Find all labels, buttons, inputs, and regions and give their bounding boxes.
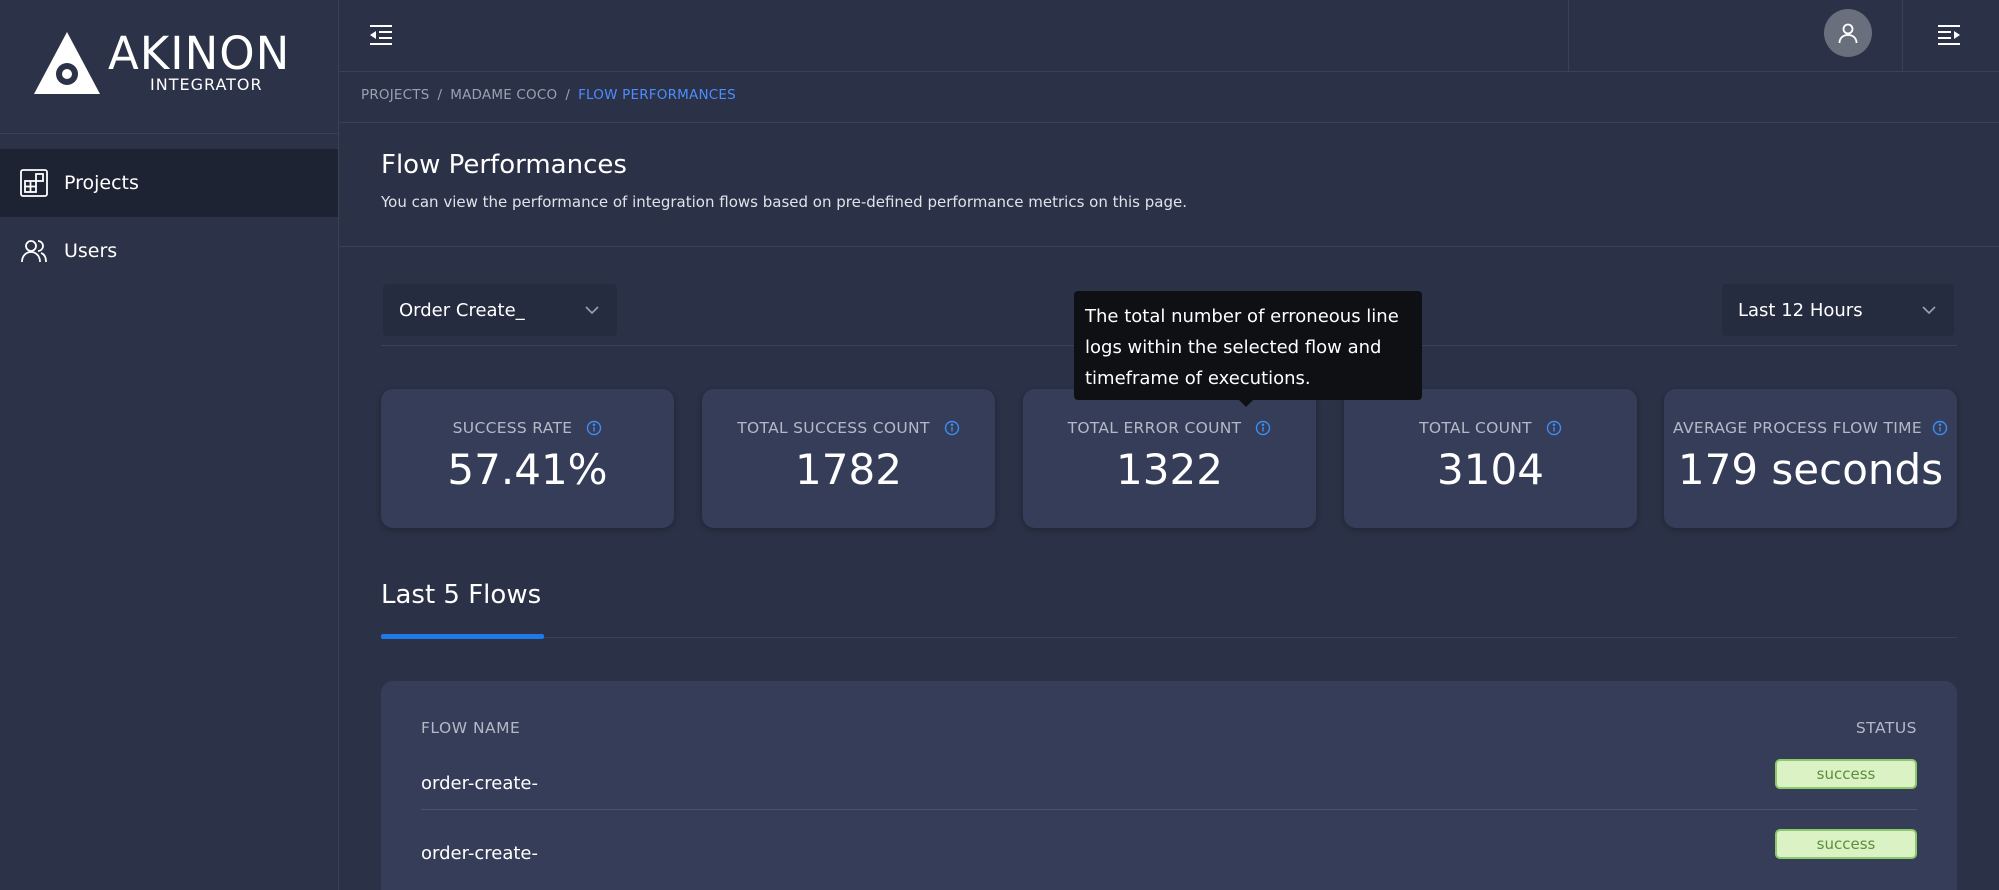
breadcrumb-separator: /	[437, 87, 443, 103]
metric-value: 179 seconds	[1677, 445, 1944, 494]
right-panel-toggle-icon[interactable]	[1934, 20, 1964, 50]
breadcrumb-item-projects[interactable]: PROJECTS	[361, 87, 430, 103]
user-icon	[1838, 23, 1858, 44]
flows-table: FLOW NAME STATUS order-create- success o…	[381, 681, 1957, 890]
brand-subtitle: INTEGRATOR	[150, 75, 263, 94]
timeframe-select[interactable]: Last 12 Hours	[1722, 284, 1954, 336]
info-icon[interactable]	[1932, 420, 1948, 436]
status-badge: success	[1775, 759, 1917, 789]
top-bar	[340, 0, 1999, 72]
timeframe-select-value: Last 12 Hours	[1738, 299, 1863, 321]
info-icon[interactable]	[1255, 420, 1271, 436]
info-tooltip: The total number of erroneous line logs …	[1074, 291, 1422, 407]
metric-card-average-process-flow-time: AVERAGE PROCESS FLOW TIME 179 seconds	[1664, 389, 1957, 528]
brand-name: AKINON	[108, 27, 291, 80]
sidebar-item-label: Projects	[64, 172, 139, 194]
info-icon[interactable]	[586, 420, 602, 436]
page-description: You can view the performance of integrat…	[381, 193, 1187, 211]
akinon-logo-icon	[34, 32, 100, 94]
metric-value: 57.41%	[447, 445, 608, 494]
breadcrumb-item-project[interactable]: MADAME COCO	[450, 87, 557, 103]
row-divider	[421, 809, 1917, 810]
column-header-status: STATUS	[1855, 719, 1917, 737]
table-row[interactable]: order-create- success	[421, 829, 1917, 890]
table-row[interactable]: order-create- success	[421, 759, 1917, 843]
metric-card-success-rate: SUCCESS RATE 57.41%	[381, 389, 674, 528]
user-avatar[interactable]	[1824, 9, 1872, 57]
flow-name-cell: order-create-	[421, 773, 538, 794]
info-icon[interactable]	[944, 420, 960, 436]
flow-name-cell: order-create-	[421, 843, 538, 864]
sidebar-item-users[interactable]: Users	[0, 217, 338, 285]
flow-select[interactable]: Order Create_	[383, 284, 617, 336]
sidebar-item-projects[interactable]: Projects	[0, 149, 338, 217]
metric-value: 1782	[795, 445, 902, 494]
status-badge: success	[1775, 829, 1917, 859]
metric-label: AVERAGE PROCESS FLOW TIME	[1673, 419, 1922, 437]
topbar-divider	[1902, 0, 1903, 72]
breadcrumb-item-current: FLOW PERFORMANCES	[578, 87, 736, 103]
tab-last-5-flows[interactable]: Last 5 Flows	[381, 580, 541, 610]
metric-label: TOTAL COUNT	[1419, 419, 1532, 437]
metric-label: TOTAL ERROR COUNT	[1067, 419, 1242, 437]
collapse-sidebar-icon[interactable]	[366, 20, 396, 50]
users-icon	[18, 235, 50, 267]
metric-label: SUCCESS RATE	[452, 419, 573, 437]
sidebar-nav: Projects Users	[0, 149, 338, 285]
active-tab-indicator	[381, 634, 544, 639]
flow-select-value: Order Create_	[399, 299, 525, 321]
metric-card-total-success-count: TOTAL SUCCESS COUNT 1782	[702, 389, 995, 528]
info-icon[interactable]	[1546, 420, 1562, 436]
divider	[340, 246, 1999, 247]
divider	[340, 122, 1999, 123]
metric-card-total-count: TOTAL COUNT 3104	[1344, 389, 1637, 528]
sidebar: AKINON INTEGRATOR Projects Users	[0, 0, 339, 890]
metric-value: 1322	[1116, 445, 1223, 494]
metric-value: 3104	[1437, 445, 1544, 494]
breadcrumb-separator: /	[565, 87, 571, 103]
chevron-down-icon	[1922, 306, 1936, 315]
metric-label: TOTAL SUCCESS COUNT	[737, 419, 930, 437]
column-header-flow-name: FLOW NAME	[421, 719, 521, 737]
logo[interactable]: AKINON INTEGRATOR	[0, 0, 338, 134]
sidebar-item-label: Users	[64, 240, 118, 262]
projects-icon	[18, 167, 50, 199]
page-title: Flow Performances	[381, 150, 627, 180]
metric-card-total-error-count: TOTAL ERROR COUNT 1322	[1023, 389, 1316, 528]
chevron-down-icon	[585, 306, 599, 315]
topbar-divider	[1568, 0, 1569, 72]
app-root: AKINON INTEGRATOR Projects Users PROJECT…	[0, 0, 1999, 890]
breadcrumb: PROJECTS / MADAME COCO / FLOW PERFORMANC…	[361, 87, 736, 103]
tab-bar	[381, 637, 1957, 638]
